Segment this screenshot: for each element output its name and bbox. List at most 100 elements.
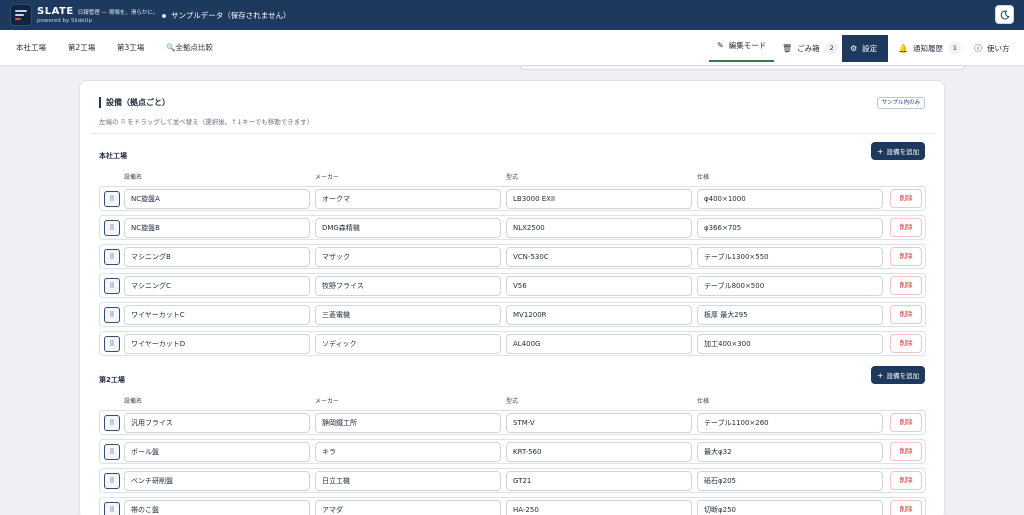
edit-mode-button[interactable]: ✎ 編集モード	[709, 30, 775, 62]
column-header: 設備名	[124, 398, 143, 405]
equipment-model-input[interactable]: HA-250	[506, 500, 692, 515]
sample-status: サンプルデータ（保存されません）	[162, 10, 291, 21]
delete-button[interactable]: 削除	[890, 218, 922, 237]
equipment-row: ⠿ ボール盤 キラ KRT-560 最大φ32 削除	[99, 439, 926, 464]
equipment-name-input[interactable]: 帯のこ盤	[124, 500, 310, 515]
equipment-maker-input[interactable]: マザック	[315, 247, 501, 267]
delete-button[interactable]: 削除	[890, 500, 922, 515]
delete-button[interactable]: 削除	[890, 334, 922, 353]
equipment-name-input[interactable]: ワイヤーカットC	[124, 305, 310, 325]
tab-compare-all[interactable]: 🔍全拠点比較	[166, 30, 213, 66]
drag-handle-icon[interactable]: ⠿	[104, 444, 120, 460]
equipment-spec-input[interactable]: 板厚 最大295	[697, 305, 883, 325]
column-header: メーカー	[315, 398, 340, 405]
equipment-model-input[interactable]: MV1200R	[506, 305, 692, 325]
group-title: 本社工場	[99, 152, 127, 160]
equipment-spec-input[interactable]: 最大φ32	[697, 442, 883, 462]
equipment-maker-input[interactable]: 静岡鐵工所	[315, 413, 501, 433]
notification-history-button[interactable]: 🔔 通知履歴 1	[890, 34, 969, 62]
bell-icon: 🔔	[898, 43, 908, 53]
tab-honsha[interactable]: 本社工場	[16, 30, 46, 66]
equipment-spec-input[interactable]: テーブル1100×260	[697, 413, 883, 433]
equipment-spec-input[interactable]: φ400×1000	[697, 189, 883, 209]
sample-only-badge: サンプル内のみ	[876, 97, 925, 109]
equipment-row: ⠿ 汎用フライス 静岡鐵工所 STM-V テーブル1100×260 削除	[99, 410, 926, 435]
equipment-name-input[interactable]: 汎用フライス	[124, 413, 310, 433]
equipment-spec-input[interactable]: 砥石φ205	[697, 471, 883, 491]
equipment-model-input[interactable]: STM-V	[506, 413, 692, 433]
plus-icon: +	[876, 146, 884, 156]
delete-button[interactable]: 削除	[890, 305, 922, 324]
equipment-model-input[interactable]: AL400G	[506, 334, 692, 354]
help-circle-icon: ⓘ	[974, 43, 982, 53]
equipment-model-input[interactable]: LB3000 EXII	[506, 189, 692, 209]
drag-handle-icon[interactable]: ⠿	[104, 336, 120, 352]
trash-count-badge: 2	[825, 42, 838, 54]
settings-button[interactable]: ⚙ 設定	[842, 35, 888, 62]
equipment-model-input[interactable]: V56	[506, 276, 692, 296]
delete-button[interactable]: 削除	[890, 276, 922, 295]
equipment-maker-input[interactable]: 日立工機	[315, 471, 501, 491]
equipment-name-input[interactable]: ベンチ研削盤	[124, 471, 310, 491]
drag-handle-icon[interactable]: ⠿	[104, 415, 120, 431]
equipment-maker-input[interactable]: 牧野フライス	[315, 276, 501, 296]
equipment-model-input[interactable]: NLX2500	[506, 218, 692, 238]
drag-handle-icon[interactable]: ⠿	[104, 473, 120, 489]
equipment-model-input[interactable]: VCN-530C	[506, 247, 692, 267]
drag-handle-icon[interactable]: ⠿	[104, 249, 120, 265]
equipment-name-input[interactable]: NC旋盤B	[124, 218, 310, 238]
edit-mode-label: 編集モード	[728, 40, 767, 50]
equipment-spec-input[interactable]: φ366×705	[697, 218, 883, 238]
equipment-name-input[interactable]: ワイヤーカットD	[124, 334, 310, 354]
drag-handle-icon[interactable]: ⠿	[104, 278, 120, 294]
search-icon: 🔍	[166, 43, 176, 52]
drag-handle-icon[interactable]: ⠿	[104, 191, 120, 207]
drag-handle-icon[interactable]: ⠿	[104, 307, 120, 323]
help-button[interactable]: ⓘ 使い方	[966, 34, 1018, 62]
delete-button[interactable]: 削除	[890, 442, 922, 461]
sample-status-label: サンプルデータ（保存されません）	[171, 11, 291, 20]
equipment-name-input[interactable]: ボール盤	[124, 442, 310, 462]
column-header: 型式	[506, 174, 519, 181]
powered-by: powered by SlideUp	[37, 18, 92, 24]
delete-button[interactable]: 削除	[890, 189, 922, 208]
add-equipment-button[interactable]: + 設備を追加	[871, 142, 925, 160]
panel-edge	[520, 66, 965, 70]
gear-icon: ⚙	[850, 44, 858, 53]
add-equipment-button[interactable]: + 設備を追加	[871, 366, 925, 384]
tab-factory-2[interactable]: 第2工場	[68, 30, 95, 66]
theme-toggle-button[interactable]	[995, 5, 1014, 24]
equipment-name-input[interactable]: マシニングC	[124, 276, 310, 296]
app-tagline: 日報管理 — 現場を、滑らかに。	[77, 10, 159, 16]
column-header: 型式	[506, 398, 519, 405]
equipment-maker-input[interactable]: 三菱電機	[315, 305, 501, 325]
delete-button[interactable]: 削除	[890, 413, 922, 432]
equipment-spec-input[interactable]: テーブル800×500	[697, 276, 883, 296]
equipment-row: ⠿ マシニングC 牧野フライス V56 テーブル800×500 削除	[99, 273, 926, 298]
delete-button[interactable]: 削除	[890, 247, 922, 266]
equipment-maker-input[interactable]: アマダ	[315, 500, 501, 515]
drag-handle-icon[interactable]: ⠿	[104, 220, 120, 236]
equipment-spec-input[interactable]: テーブル1300×550	[697, 247, 883, 267]
equipment-row: ⠿ ワイヤーカットD ソディック AL400G 加工400×300 削除	[99, 331, 926, 356]
drag-handle-icon[interactable]: ⠿	[104, 502, 120, 515]
section-title: 設備（拠点ごと）	[99, 97, 170, 108]
trash-button[interactable]: 🗑 ごみ箱 2	[774, 34, 846, 62]
equipment-spec-input[interactable]: 切断φ250	[697, 500, 883, 515]
equipment-model-input[interactable]: GT21	[506, 471, 692, 491]
equipment-maker-input[interactable]: DMG森精機	[315, 218, 501, 238]
divider	[90, 133, 936, 134]
equipment-name-input[interactable]: マシニングB	[124, 247, 310, 267]
delete-button[interactable]: 削除	[890, 471, 922, 490]
equipment-maker-input[interactable]: ソディック	[315, 334, 501, 354]
equipment-spec-input[interactable]: 加工400×300	[697, 334, 883, 354]
help-label: 使い方	[987, 43, 1010, 53]
equipment-model-input[interactable]: KRT-560	[506, 442, 692, 462]
equipment-name-input[interactable]: NC旋盤A	[124, 189, 310, 209]
equipment-maker-input[interactable]: キラ	[315, 442, 501, 462]
pencil-icon: ✎	[717, 40, 724, 50]
equipment-maker-input[interactable]: オークマ	[315, 189, 501, 209]
tab-factory-3[interactable]: 第3工場	[117, 30, 144, 66]
column-header: 仕様	[697, 174, 710, 181]
equipment-row: ⠿ NC旋盤A オークマ LB3000 EXII φ400×1000 削除	[99, 186, 926, 211]
